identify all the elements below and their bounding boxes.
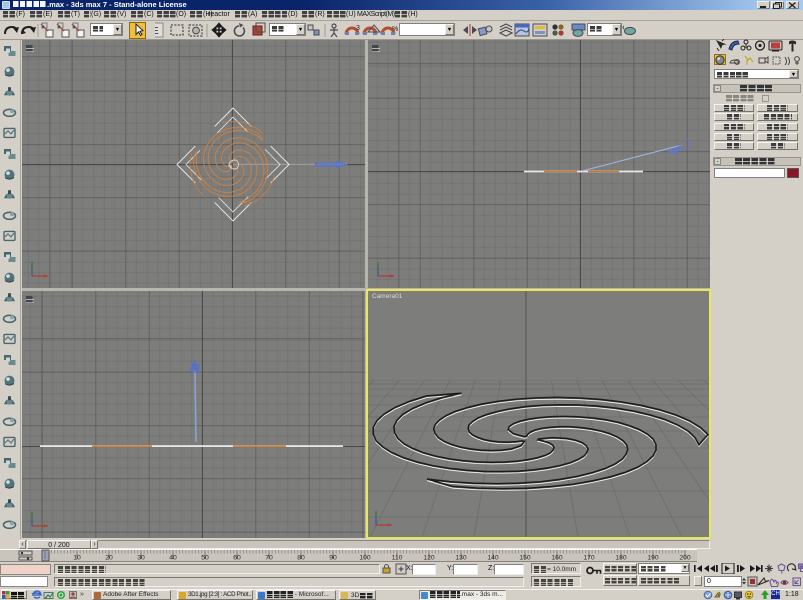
svg-text:60: 60	[233, 555, 241, 562]
svg-text:10: 10	[73, 555, 81, 562]
svg-text:80: 80	[297, 555, 305, 562]
svg-text:160: 160	[551, 555, 563, 562]
svg-text:200: 200	[679, 555, 691, 562]
svg-text:E: E	[155, 26, 159, 37]
svg-text:%: %	[392, 26, 398, 33]
svg-text:20: 20	[105, 555, 113, 562]
svg-text:170: 170	[583, 555, 595, 562]
svg-text:3: 3	[356, 25, 360, 32]
svg-text:190: 190	[647, 555, 659, 562]
svg-text:150: 150	[519, 555, 531, 562]
svg-text:50: 50	[201, 555, 209, 562]
svg-text:100: 100	[359, 555, 371, 562]
svg-text:140: 140	[487, 555, 499, 562]
svg-text:130: 130	[455, 555, 467, 562]
svg-text:40: 40	[169, 555, 177, 562]
svg-text:70: 70	[265, 555, 273, 562]
svg-text:110: 110	[392, 555, 403, 562]
svg-text:30: 30	[137, 555, 145, 562]
svg-text:180: 180	[615, 555, 627, 562]
svg-text:120: 120	[423, 555, 435, 562]
svg-text:90: 90	[329, 555, 337, 562]
